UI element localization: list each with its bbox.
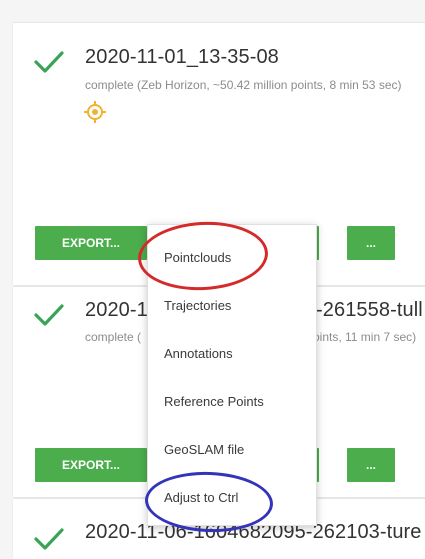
dataset-title: 2020-1 <box>85 299 148 321</box>
dataset-title: 2020-11-01_13-35-08 <box>85 46 279 68</box>
menu-item-annotations[interactable]: Annotations <box>164 346 233 361</box>
dataset-title-tail: -261558-tull <box>316 299 423 321</box>
dataset-status: complete (Zeb Horizon, ~50.42 million po… <box>85 78 402 92</box>
menu-item-reference-points[interactable]: Reference Points <box>164 394 264 409</box>
menu-item-trajectories[interactable]: Trajectories <box>164 298 231 313</box>
more-button[interactable]: ... <box>347 226 395 260</box>
export-button[interactable]: EXPORT... <box>35 226 147 260</box>
check-icon <box>34 304 64 326</box>
dataset-status-tail: oints, 11 min 7 sec) <box>313 330 417 344</box>
export-button[interactable]: EXPORT... <box>35 448 147 482</box>
target-icon[interactable] <box>84 101 106 123</box>
menu-item-geoslam-file[interactable]: GeoSLAM file <box>164 442 244 457</box>
check-icon <box>34 528 64 550</box>
more-button[interactable]: ... <box>347 448 395 482</box>
dataset-status: complete ( <box>85 330 142 344</box>
check-icon <box>34 51 64 73</box>
